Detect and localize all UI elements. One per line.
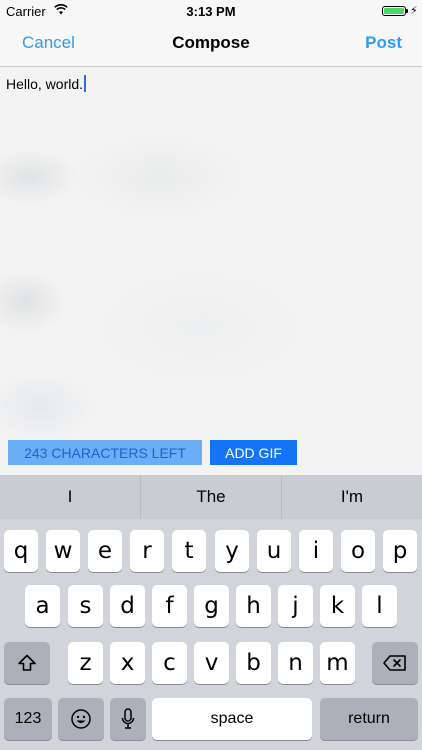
numbers-key[interactable]: 123 — [4, 698, 52, 740]
key-t[interactable]: t — [172, 530, 206, 572]
key-v[interactable]: v — [194, 642, 229, 684]
key-y[interactable]: y — [215, 530, 249, 572]
key-o[interactable]: o — [341, 530, 375, 572]
key-i[interactable]: i — [299, 530, 333, 572]
key-r[interactable]: r — [130, 530, 164, 572]
key-n[interactable]: n — [278, 642, 313, 684]
dictation-key[interactable] — [110, 698, 146, 740]
key-l[interactable]: l — [362, 585, 397, 627]
key-w[interactable]: w — [46, 530, 80, 572]
predictive-bar: I The I'm — [0, 475, 422, 519]
backspace-key[interactable] — [372, 642, 418, 684]
nav-bar: Cancel Compose Post — [0, 22, 422, 67]
key-c[interactable]: c — [152, 642, 187, 684]
suggestion-1[interactable]: I — [0, 475, 140, 519]
key-z[interactable]: z — [68, 642, 103, 684]
key-e[interactable]: e — [88, 530, 122, 572]
space-key[interactable]: space — [152, 698, 312, 740]
key-s[interactable]: s — [68, 585, 103, 627]
post-button[interactable]: Post — [365, 33, 402, 53]
emoji-icon — [71, 709, 91, 729]
text-cursor — [84, 75, 87, 92]
suggestion-2[interactable]: The — [141, 475, 281, 519]
battery-icon — [382, 6, 406, 16]
key-d[interactable]: d — [110, 585, 145, 627]
key-f[interactable]: f — [152, 585, 187, 627]
keyboard: I The I'm q w e r t y u i o p a s d f g … — [0, 475, 422, 750]
key-q[interactable]: q — [4, 530, 38, 572]
shift-icon — [18, 654, 36, 671]
key-j[interactable]: j — [278, 585, 313, 627]
compose-text-area[interactable]: Hello, world. — [0, 67, 422, 475]
emoji-key[interactable] — [58, 698, 104, 740]
key-u[interactable]: u — [257, 530, 291, 572]
page-title: Compose — [172, 33, 250, 52]
characters-left-badge: 243 CHARACTERS LEFT — [8, 440, 202, 465]
key-a[interactable]: a — [25, 585, 60, 627]
battery-tip — [406, 9, 408, 13]
status-bar: Carrier 3:13 PM ⚡ — [0, 0, 422, 22]
backspace-icon — [383, 655, 406, 671]
key-m[interactable]: m — [320, 642, 355, 684]
key-x[interactable]: x — [110, 642, 145, 684]
compose-text: Hello, world. — [6, 76, 84, 92]
microphone-icon — [121, 708, 135, 729]
shift-key[interactable] — [4, 642, 50, 684]
compose-text-wrapper: Hello, world. — [6, 75, 87, 92]
key-b[interactable]: b — [236, 642, 271, 684]
status-time: 3:13 PM — [186, 4, 236, 19]
key-g[interactable]: g — [194, 585, 229, 627]
key-k[interactable]: k — [320, 585, 355, 627]
charging-bolt-icon: ⚡ — [410, 5, 418, 17]
return-key[interactable]: return — [320, 698, 418, 740]
key-p[interactable]: p — [383, 530, 417, 572]
key-h[interactable]: h — [236, 585, 271, 627]
suggestion-3[interactable]: I'm — [282, 475, 422, 519]
add-gif-button[interactable]: ADD GIF — [210, 440, 297, 465]
